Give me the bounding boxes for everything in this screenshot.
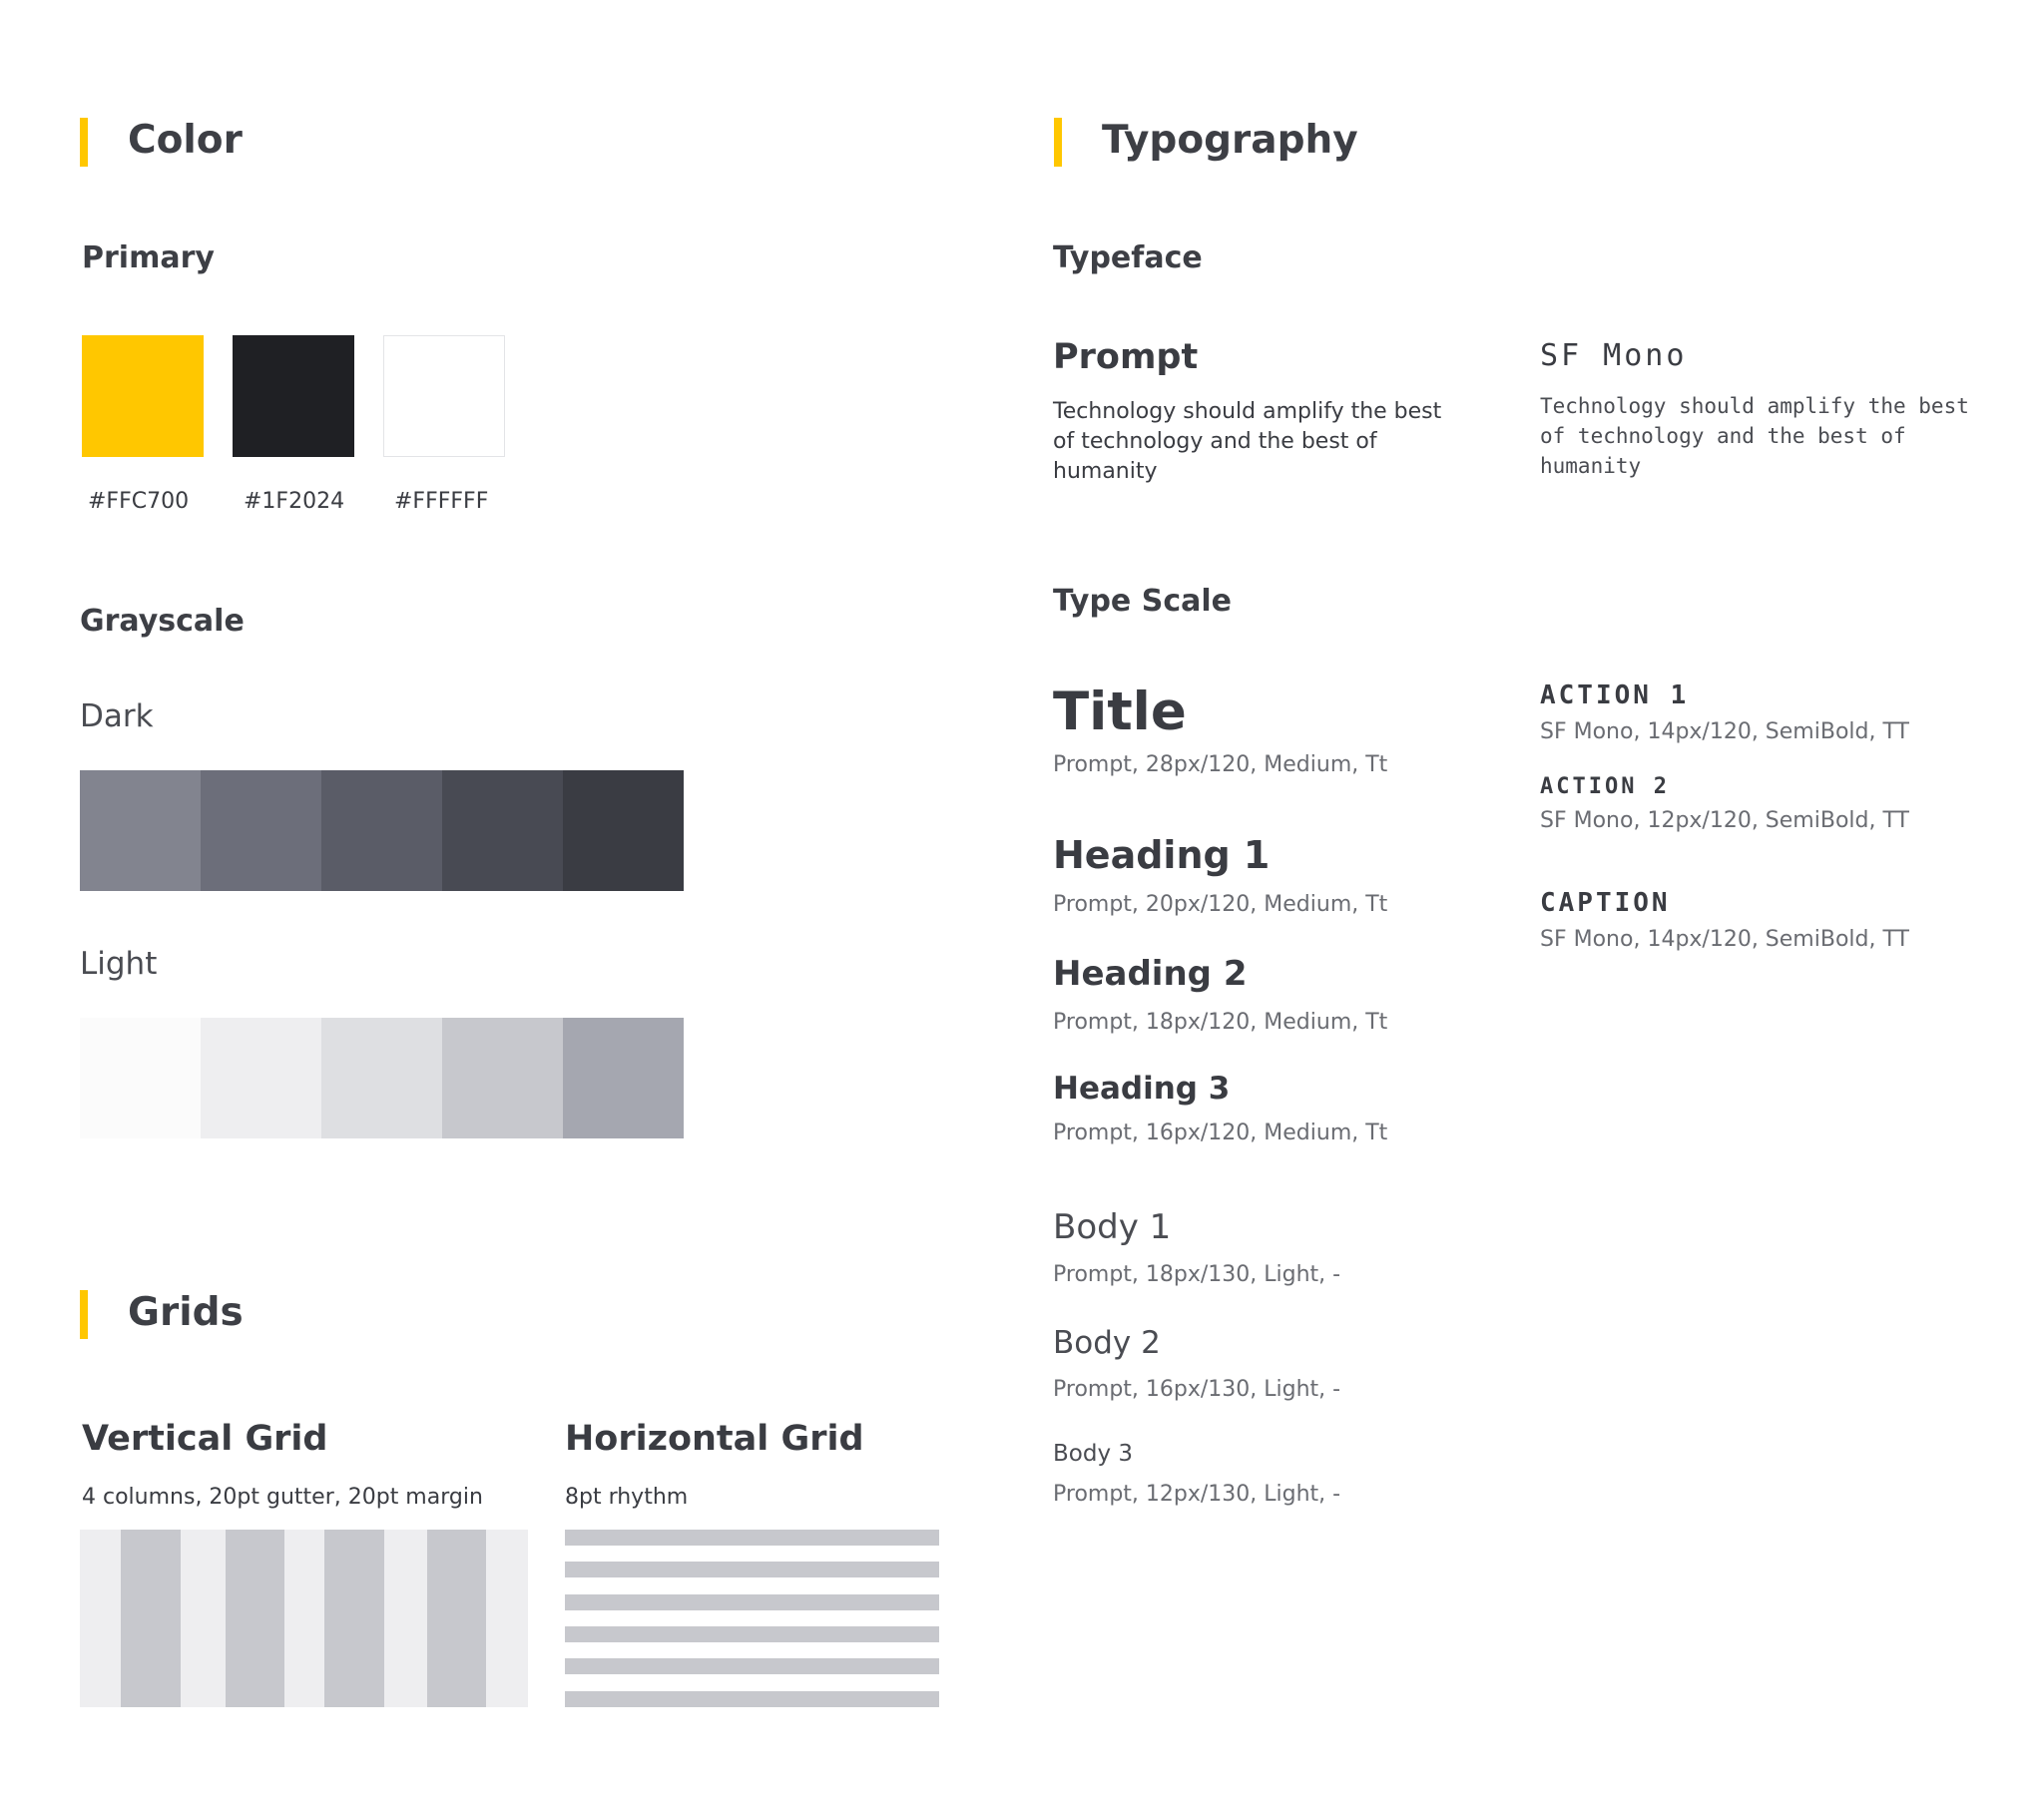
swatch-label-yellow: #FFC700 xyxy=(88,489,190,514)
scale-caption-name: CAPTION xyxy=(1540,888,1671,918)
typography-accent-bar xyxy=(1054,118,1062,167)
scale-body1-spec: Prompt, 18px/130, Light, - xyxy=(1053,1262,1341,1287)
grid-column xyxy=(324,1530,384,1707)
scale-body2-name: Body 2 xyxy=(1053,1325,1161,1361)
scale-caption-spec: SF Mono, 14px/120, SemiBold, TT xyxy=(1540,927,1909,952)
light-label: Light xyxy=(80,946,158,982)
grids-accent-bar xyxy=(80,1290,88,1339)
scale-heading2-spec: Prompt, 18px/120, Medium, Tt xyxy=(1053,1010,1388,1035)
scale-heading3-name: Heading 3 xyxy=(1053,1071,1231,1107)
light-shade-1 xyxy=(80,1018,201,1138)
dark-shade-4 xyxy=(442,770,563,891)
dark-shade-5 xyxy=(563,770,684,891)
scale-body2-spec: Prompt, 16px/130, Light, - xyxy=(1053,1377,1341,1402)
swatch-primary-white xyxy=(383,335,505,457)
typography-section-title: Typography xyxy=(1102,118,1358,163)
typeface-label: Typeface xyxy=(1053,240,1203,275)
light-shade-5 xyxy=(563,1018,684,1138)
grayscale-label: Grayscale xyxy=(80,604,245,639)
grid-line xyxy=(565,1691,939,1707)
grid-line xyxy=(565,1594,939,1610)
scale-action1-name: ACTION 1 xyxy=(1540,680,1690,710)
light-shade-4 xyxy=(442,1018,563,1138)
scale-heading3-spec: Prompt, 16px/120, Medium, Tt xyxy=(1053,1121,1388,1145)
grid-line xyxy=(565,1562,939,1577)
color-accent-bar xyxy=(80,118,88,167)
dark-label: Dark xyxy=(80,698,154,734)
typeface-prompt-name: Prompt xyxy=(1053,337,1199,377)
dark-shade-1 xyxy=(80,770,201,891)
typeface-mono-sample: Technology should amplify the best of te… xyxy=(1540,394,1969,478)
scale-title-spec: Prompt, 28px/120, Medium, Tt xyxy=(1053,752,1388,777)
scale-body1-name: Body 1 xyxy=(1053,1207,1172,1247)
scale-title-name: Title xyxy=(1053,681,1187,742)
scale-action2-spec: SF Mono, 12px/120, SemiBold, TT xyxy=(1540,808,1909,833)
grid-line xyxy=(565,1530,939,1546)
horizontal-grid-desc: 8pt rhythm xyxy=(565,1485,689,1510)
scale-action1-spec: SF Mono, 14px/120, SemiBold, TT xyxy=(1540,719,1909,744)
grid-line xyxy=(565,1626,939,1642)
swatch-primary-dark xyxy=(233,335,354,457)
grid-column xyxy=(226,1530,284,1707)
scale-body3-spec: Prompt, 12px/130, Light, - xyxy=(1053,1482,1341,1507)
light-scale xyxy=(80,1018,684,1138)
grid-column xyxy=(427,1530,486,1707)
primary-label: Primary xyxy=(82,240,215,275)
dark-scale xyxy=(80,770,684,891)
grid-column xyxy=(121,1530,181,1707)
scale-action2-name: ACTION 2 xyxy=(1540,774,1670,799)
swatch-primary-yellow xyxy=(82,335,204,457)
light-shade-2 xyxy=(201,1018,321,1138)
scale-heading2-name: Heading 2 xyxy=(1053,954,1248,994)
vertical-grid-title: Vertical Grid xyxy=(82,1419,328,1459)
typeface-mono-name: SF Mono xyxy=(1540,338,1688,373)
scale-heading1-spec: Prompt, 20px/120, Medium, Tt xyxy=(1053,892,1388,917)
horizontal-grid-title: Horizontal Grid xyxy=(565,1419,864,1459)
vertical-grid-desc: 4 columns, 20pt gutter, 20pt margin xyxy=(82,1485,483,1510)
color-section-title: Color xyxy=(128,118,243,163)
swatch-label-white: #FFFFFF xyxy=(394,489,489,514)
dark-shade-2 xyxy=(201,770,321,891)
grids-section-title: Grids xyxy=(128,1290,244,1335)
typeface-prompt-sample: Technology should amplify the best of te… xyxy=(1053,399,1442,484)
vertical-grid-preview xyxy=(80,1530,528,1707)
grid-line xyxy=(565,1658,939,1674)
type-scale-label: Type Scale xyxy=(1053,584,1232,619)
scale-body3-name: Body 3 xyxy=(1053,1441,1134,1467)
dark-shade-3 xyxy=(321,770,442,891)
light-shade-3 xyxy=(321,1018,442,1138)
swatch-label-dark: #1F2024 xyxy=(244,489,345,514)
scale-heading1-name: Heading 1 xyxy=(1053,833,1271,877)
